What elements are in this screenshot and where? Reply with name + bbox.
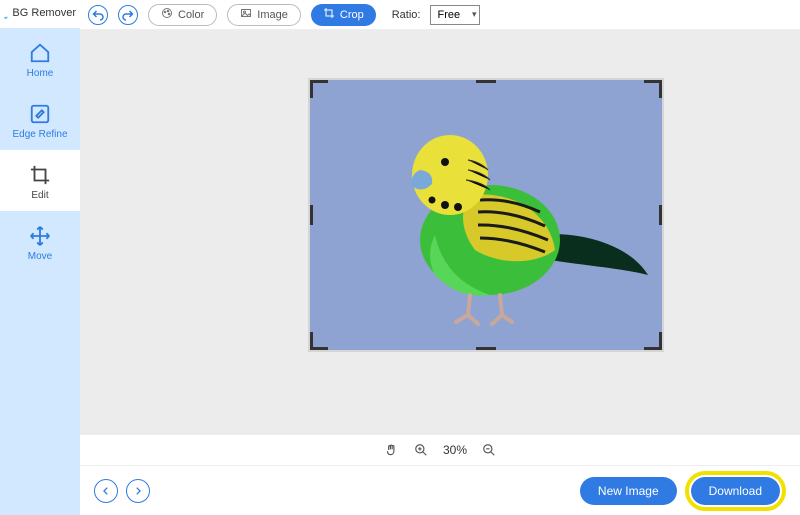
sidebar-item-label: Move — [28, 251, 52, 262]
pan-hand-icon[interactable] — [383, 442, 399, 458]
crop-handle-br[interactable] — [644, 332, 662, 350]
new-image-button[interactable]: New Image — [580, 477, 677, 505]
color-button-label: Color — [178, 9, 204, 21]
move-icon — [29, 225, 51, 247]
app-root: BG Remover Home Edge Refine Edit Move — [0, 0, 800, 515]
ratio-select[interactable]: Free — [430, 5, 480, 25]
crop-handle-bl[interactable] — [310, 332, 328, 350]
download-label: Download — [709, 484, 762, 498]
crop-button-label: Crop — [340, 9, 364, 21]
zoom-value: 30% — [443, 443, 467, 457]
crop-handle-rm[interactable] — [659, 205, 662, 225]
sidebar-item-label: Edge Refine — [12, 129, 67, 140]
download-button[interactable]: Download — [691, 477, 780, 505]
edge-refine-icon — [29, 103, 51, 125]
sidebar-item-edit[interactable]: Edit — [0, 150, 80, 211]
next-button[interactable] — [126, 479, 150, 503]
crop-handle-lm[interactable] — [310, 205, 313, 225]
new-image-label: New Image — [598, 484, 659, 498]
undo-button[interactable] — [88, 5, 108, 25]
crop-frame[interactable] — [310, 80, 662, 350]
sidebar-item-move[interactable]: Move — [0, 211, 80, 272]
toolbar: Color Image Crop Ratio: Free — [80, 0, 800, 30]
sidebar-item-label: Edit — [31, 190, 48, 201]
crop-button[interactable]: Crop — [311, 4, 376, 26]
zoom-bar: 30% — [80, 435, 800, 465]
brand: BG Remover — [0, 0, 80, 28]
crop-edit-icon — [29, 164, 51, 186]
crop-handle-tl[interactable] — [310, 80, 328, 98]
crop-handle-tr[interactable] — [644, 80, 662, 98]
crop-icon — [323, 7, 335, 22]
subject-image — [350, 100, 650, 340]
image-icon — [240, 7, 252, 22]
prev-button[interactable] — [94, 479, 118, 503]
image-button[interactable]: Image — [227, 4, 301, 26]
redo-button[interactable] — [118, 5, 138, 25]
color-button[interactable]: Color — [148, 4, 217, 26]
palette-icon — [161, 7, 173, 22]
crop-handle-tm[interactable] — [476, 80, 496, 83]
sidebar-item-home[interactable]: Home — [0, 28, 80, 89]
canvas-area[interactable]: 30% — [80, 30, 800, 465]
ratio-value: Free — [437, 9, 460, 21]
crop-handle-bm[interactable] — [476, 347, 496, 350]
bottom-bar: New Image Download — [80, 465, 800, 515]
zoom-in-icon[interactable] — [413, 442, 429, 458]
sidebar-item-label: Home — [27, 68, 54, 79]
zoom-out-icon[interactable] — [481, 442, 497, 458]
sidebar: BG Remover Home Edge Refine Edit Move — [0, 0, 80, 515]
ratio-label: Ratio: — [392, 9, 421, 21]
brand-name: BG Remover — [12, 7, 76, 19]
home-icon — [29, 42, 51, 64]
main-column: Color Image Crop Ratio: Free — [80, 0, 800, 515]
image-button-label: Image — [257, 9, 288, 21]
app-logo-icon — [4, 6, 8, 20]
download-highlight: Download — [685, 471, 786, 511]
sidebar-item-edge-refine[interactable]: Edge Refine — [0, 89, 80, 150]
